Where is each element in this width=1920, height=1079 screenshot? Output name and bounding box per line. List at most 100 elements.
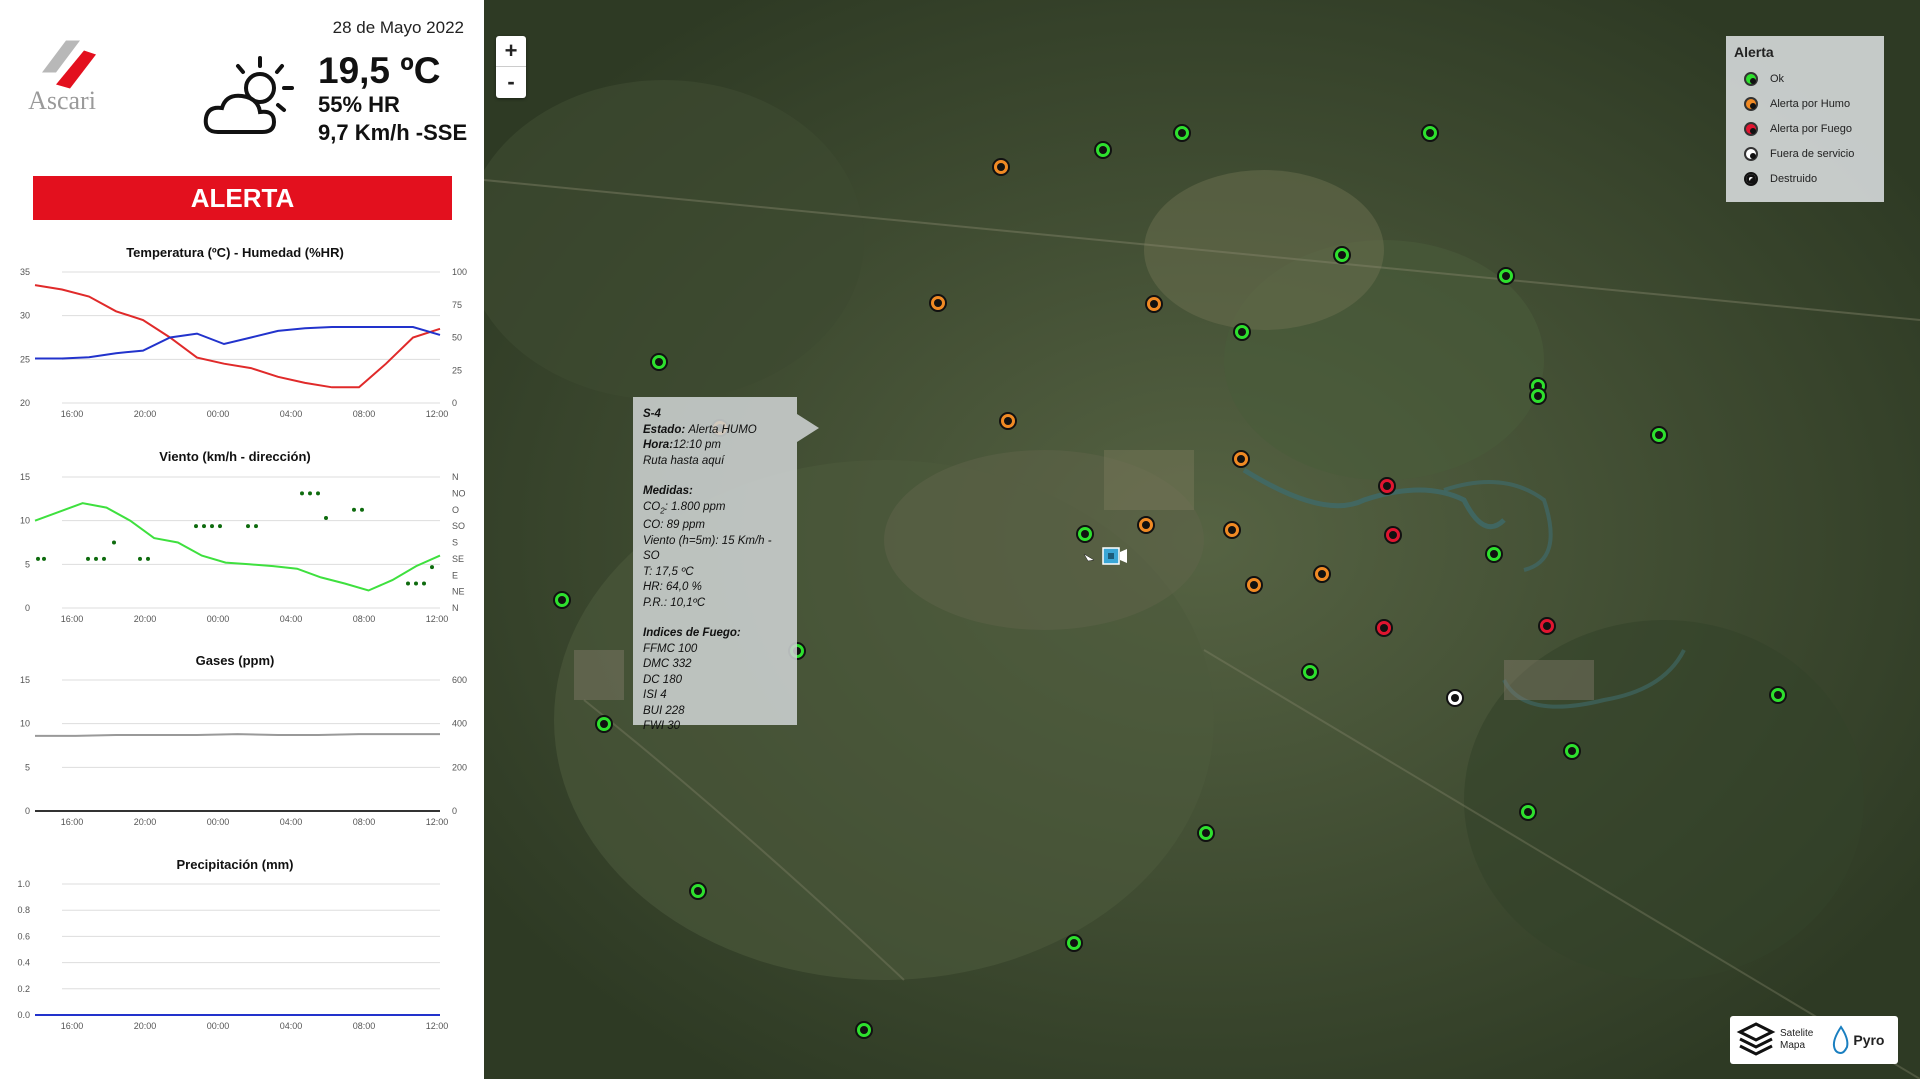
popup-status-value: Alerta HUMO — [688, 423, 757, 436]
y-tick-label: 1.0 — [17, 879, 30, 889]
sensor-marker-ok[interactable] — [650, 353, 668, 371]
sensor-marker-ok[interactable] — [1333, 246, 1351, 264]
temp-humidity-chart: 35 30 25 20 100 75 50 25 0 16:00 20:00 00:00 04:00 08… — [20, 267, 467, 419]
x-tick-label: 08:00 — [353, 614, 376, 624]
zoom-in-button[interactable]: + — [496, 36, 526, 67]
x-tick-label: 20:00 — [134, 1021, 157, 1031]
sensor-marker-out[interactable] — [1446, 689, 1464, 707]
sensor-marker-ok[interactable] — [1769, 686, 1787, 704]
sensor-marker-ok[interactable] — [1529, 387, 1547, 405]
temp-humidity-chart-title: Temperatura (ºC) - Humedad (%HR) — [126, 245, 344, 260]
sensor-popup[interactable]: S-4 Estado: Alerta HUMO Hora:12:10 pm Ru… — [633, 397, 797, 732]
popup-route-link[interactable]: Ruta hasta aquí — [643, 454, 787, 470]
logo-text: Ascari — [28, 86, 96, 115]
legend-marker-icon — [1744, 146, 1758, 161]
cursor-pointer-icon — [1083, 553, 1095, 562]
y-tick-label: 5 — [25, 762, 30, 772]
sensor-marker-ok[interactable] — [1485, 545, 1503, 563]
sensor-marker-fire[interactable] — [1384, 526, 1402, 544]
wind-chart-title: Viento (km/h - dirección) — [159, 449, 311, 464]
y-tick-label: 10 — [20, 719, 30, 729]
y2-tick-label: 100 — [452, 267, 467, 277]
wind-direction-point — [94, 556, 98, 561]
humidity-line — [35, 326, 441, 360]
sensor-marker-ok[interactable] — [1519, 803, 1537, 821]
y2-tick-label: 50 — [452, 333, 462, 343]
x-tick-label: 00:00 — [207, 817, 230, 827]
y2-tick-label: 25 — [452, 365, 462, 375]
sensor-marker-fire[interactable] — [1538, 617, 1556, 635]
wind-direction-point — [42, 556, 46, 561]
sensor-marker-ok[interactable] — [1563, 742, 1581, 760]
sensor-marker-ok[interactable] — [1065, 934, 1083, 952]
sensor-marker-smoke[interactable] — [1232, 450, 1250, 468]
y-tick-label: 0.4 — [17, 958, 30, 968]
y-tick-label: 0.2 — [17, 984, 30, 994]
satellite-map[interactable]: + - S-4 Estado: Alerta HUMO Hora:12:10 p… — [484, 0, 1920, 1079]
y-tick-label: 10 — [20, 516, 30, 526]
popup-co: CO: 89 ppm — [643, 519, 705, 532]
y-tick-label: 20 — [20, 398, 30, 408]
sensor-marker-smoke[interactable] — [929, 294, 947, 312]
humidity-value: 55% HR — [318, 92, 400, 117]
sensor-marker-ok[interactable] — [1301, 663, 1319, 681]
popup-pointer — [797, 414, 819, 442]
sensor-marker-ok[interactable] — [1197, 824, 1215, 842]
sensor-marker-ok[interactable] — [595, 715, 613, 733]
sensor-marker-fire[interactable] — [1378, 477, 1396, 495]
sensor-marker-smoke[interactable] — [1313, 565, 1331, 583]
sensor-marker-ok[interactable] — [1421, 124, 1439, 142]
sensor-marker-smoke[interactable] — [1137, 516, 1155, 534]
popup-co2-label: CO — [643, 500, 661, 513]
sensor-marker-ok[interactable] — [1233, 323, 1251, 341]
sensor-marker-ok[interactable] — [1094, 141, 1112, 159]
x-tick-label: 16:00 — [61, 409, 84, 419]
popup-fire-indices-label: Indices de Fuego: — [643, 627, 741, 640]
wind-direction-point — [218, 524, 222, 529]
legend-label: Ok — [1770, 72, 1785, 85]
sensor-marker-ok[interactable] — [1650, 426, 1668, 444]
sensor-marker-smoke[interactable] — [1145, 295, 1163, 313]
legend-item: Alerta por Humo — [1734, 91, 1876, 116]
basemap-map-option[interactable]: Mapa — [1780, 1040, 1813, 1052]
precipitation-chart: 1.0 0.8 0.6 0.4 0.2 0.0 16:00 20:00 00:00 04:00 08… — [17, 879, 448, 1031]
y2-tick-label: NE — [452, 587, 465, 597]
y-tick-label: 0 — [25, 806, 30, 816]
sensor-marker-ok[interactable] — [1076, 525, 1094, 543]
wind-direction-point — [414, 581, 418, 586]
popup-dmc: DMC 332 — [643, 658, 692, 671]
basemap-switcher[interactable]: Satelite Mapa Pyro — [1730, 1016, 1898, 1064]
wind-direction-point — [102, 556, 106, 561]
x-tick-label: 08:00 — [353, 1021, 376, 1031]
popup-wind: Viento (h=5m): 15 Km/h - SO — [643, 534, 772, 563]
sensor-marker-ok[interactable] — [855, 1021, 873, 1039]
sensor-marker-smoke[interactable] — [999, 412, 1017, 430]
x-tick-label: 04:00 — [280, 817, 303, 827]
y2-tick-label: 200 — [452, 762, 467, 772]
y2-tick-label: 0 — [452, 398, 457, 408]
sensor-marker-ok[interactable] — [1173, 124, 1191, 142]
sensor-marker-ok[interactable] — [553, 591, 571, 609]
x-tick-label: 12:00 — [426, 614, 449, 624]
sensor-marker-smoke[interactable] — [1223, 521, 1241, 539]
wind-direction-point — [300, 491, 304, 496]
x-tick-label: 20:00 — [134, 817, 157, 827]
popup-pr: P.R.: 10,1ºC — [643, 596, 706, 609]
wind-direction-point — [36, 556, 40, 561]
sensor-marker-ok[interactable] — [1497, 267, 1515, 285]
sensor-marker-smoke[interactable] — [1245, 576, 1263, 594]
legend-item: Alerta por Fuego — [1734, 116, 1876, 141]
camera-icon[interactable] — [1102, 546, 1128, 566]
basemap-satellite-option[interactable]: Satelite — [1780, 1028, 1813, 1040]
popup-sensor-id: S-4 — [643, 408, 661, 420]
y2-tick-label: N — [452, 472, 459, 482]
popup-co2-value: : 1.800 ppm — [664, 500, 726, 513]
sensor-marker-ok[interactable] — [689, 882, 707, 900]
alert-banner[interactable]: ALERTA — [33, 176, 452, 220]
zoom-control: + - — [496, 36, 526, 98]
legend-label: Alerta por Fuego — [1770, 122, 1852, 135]
sensor-marker-fire[interactable] — [1375, 619, 1393, 637]
sensor-marker-smoke[interactable] — [992, 158, 1010, 176]
zoom-out-button[interactable]: - — [496, 67, 526, 97]
wind-direction-point — [406, 581, 410, 586]
